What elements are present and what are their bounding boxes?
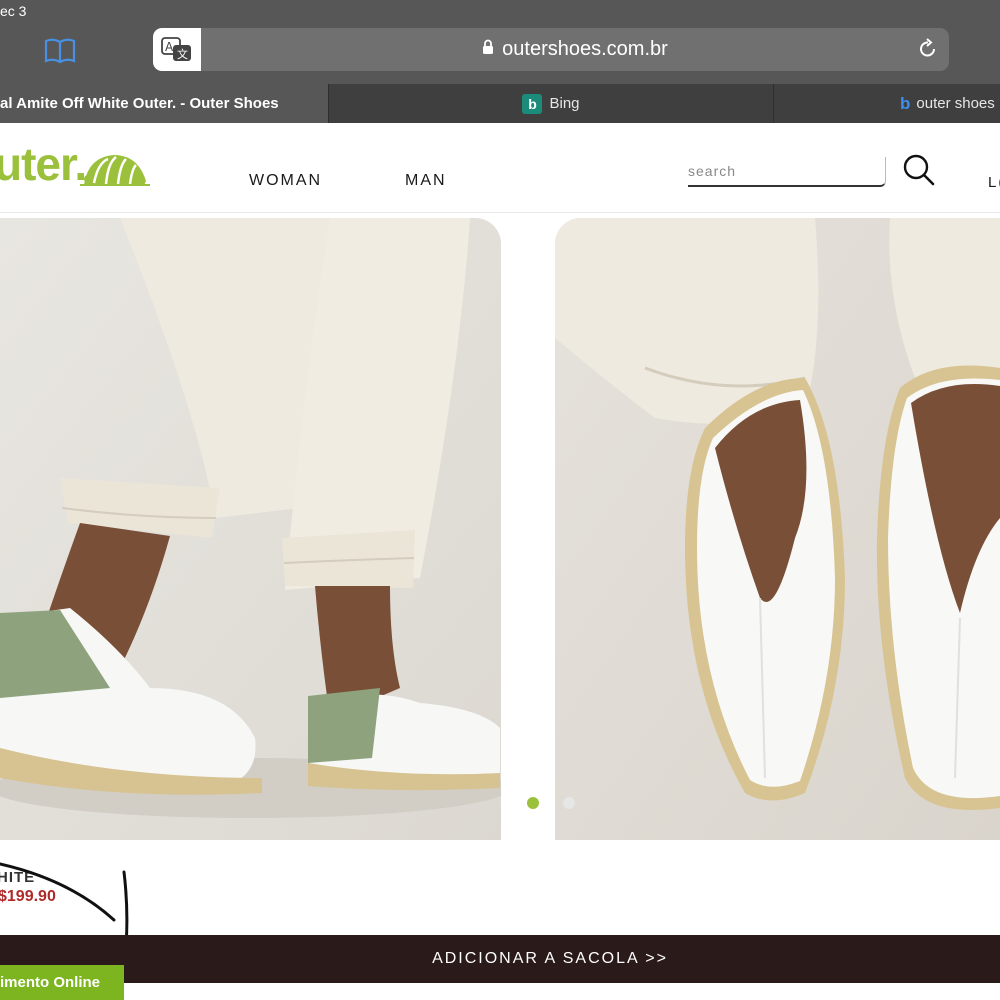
- armadillo-logo-icon: [80, 151, 150, 194]
- status-date: ec 3: [0, 3, 27, 19]
- login-link[interactable]: L(: [988, 174, 1000, 191]
- reload-icon[interactable]: [917, 38, 939, 66]
- add-to-bag-label: ADICIONAR A SACOLA >>: [432, 950, 668, 967]
- url-bar-area: A 文 outershoes.com.br: [0, 26, 1000, 84]
- carousel-dot-1[interactable]: [527, 797, 539, 809]
- search-box: [688, 157, 886, 187]
- svg-text:文: 文: [177, 47, 188, 61]
- outer-logo[interactable]: uter.: [0, 137, 87, 191]
- translate-button[interactable]: A 文: [153, 28, 201, 71]
- tab-bar: al Amite Off White Outer. - Outer Shoes …: [0, 84, 1000, 123]
- product-image-2[interactable]: [555, 218, 1000, 840]
- tab-label: Bing: [549, 95, 580, 112]
- bing-search-icon: b: [900, 93, 911, 113]
- lock-icon: [482, 38, 494, 61]
- add-to-bag-button[interactable]: ADICIONAR A SACOLA >>: [0, 935, 1000, 983]
- url-field[interactable]: outershoes.com.br: [201, 28, 949, 71]
- nav-man[interactable]: MAN: [405, 172, 447, 190]
- nav-woman[interactable]: WOMAN: [249, 172, 322, 190]
- site-header: uter. WOMAN MAN L(: [0, 123, 1000, 213]
- svg-text:A: A: [165, 40, 174, 54]
- page: ec 3 A 文 outershoes.com.br al Amite Off …: [0, 0, 1000, 1000]
- search-input[interactable]: [688, 157, 885, 185]
- bookmarks-icon[interactable]: [44, 38, 76, 64]
- url-text: outershoes.com.br: [502, 38, 668, 60]
- online-service-badge[interactable]: imento Online: [0, 965, 124, 1000]
- tab-outer-shoes-search[interactable]: b outer shoes: [774, 84, 1000, 123]
- status-bar: ec 3: [0, 0, 1000, 26]
- tab-label: outer shoes: [916, 95, 995, 112]
- search-icon[interactable]: [902, 153, 936, 192]
- tab-bing[interactable]: b Bing: [329, 84, 773, 123]
- product-photo-top-view: [555, 218, 1000, 840]
- online-service-label: imento Online: [0, 974, 101, 991]
- carousel-dot-2[interactable]: [563, 797, 575, 809]
- translate-icon: A 文: [161, 36, 191, 61]
- product-image-1[interactable]: [0, 218, 501, 840]
- tab-label: al Amite Off White Outer. - Outer Shoes: [0, 95, 279, 112]
- product-photo-side-view: [0, 218, 501, 840]
- tab-outer-shoes-product[interactable]: al Amite Off White Outer. - Outer Shoes: [0, 84, 328, 123]
- bing-icon: b: [522, 93, 543, 114]
